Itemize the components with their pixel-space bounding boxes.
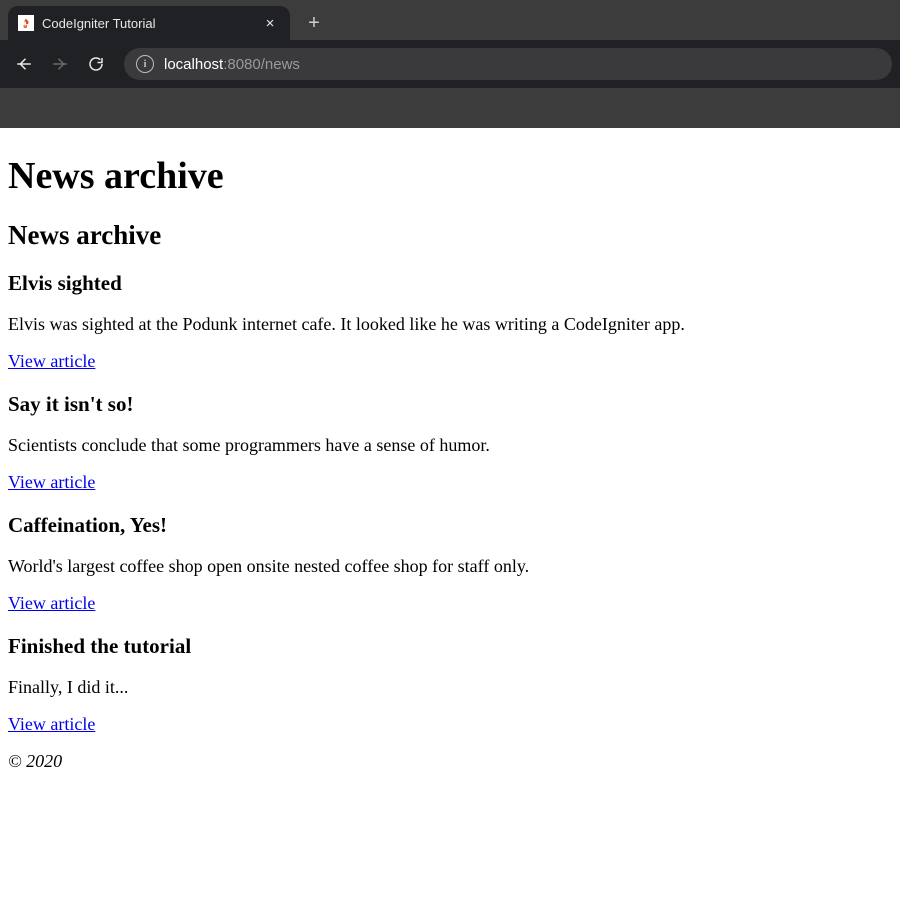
article-item: Elvis sighted Elvis was sighted at the P…	[8, 271, 892, 372]
page-content: News archive News archive Elvis sighted …	[0, 128, 900, 772]
article-title: Finished the tutorial	[8, 634, 892, 659]
page-title: News archive	[8, 154, 892, 198]
arrow-right-icon	[51, 55, 69, 73]
view-article-link[interactable]: View article	[8, 351, 95, 371]
view-article-link[interactable]: View article	[8, 714, 95, 734]
codeigniter-flame-icon	[18, 15, 34, 31]
view-article-link[interactable]: View article	[8, 472, 95, 492]
browser-tab[interactable]: CodeIgniter Tutorial ×	[8, 6, 290, 40]
reload-button[interactable]	[80, 48, 112, 80]
article-item: Say it isn't so! Scientists conclude tha…	[8, 392, 892, 493]
browser-toolbar: i localhost:8080/news	[0, 40, 900, 88]
article-body: Finally, I did it...	[8, 677, 892, 698]
forward-button[interactable]	[44, 48, 76, 80]
view-article-link[interactable]: View article	[8, 593, 95, 613]
article-title: Say it isn't so!	[8, 392, 892, 417]
page-subtitle: News archive	[8, 220, 892, 251]
url-port: :8080	[223, 56, 261, 73]
url-host: localhost	[164, 56, 223, 73]
arrow-left-icon	[15, 55, 33, 73]
browser-chrome: CodeIgniter Tutorial × + i localhost:808…	[0, 0, 900, 128]
tab-bar: CodeIgniter Tutorial × +	[0, 0, 900, 40]
browser-chrome-gap	[0, 88, 900, 128]
reload-icon	[87, 55, 105, 73]
site-info-icon[interactable]: i	[136, 55, 154, 73]
address-url: localhost:8080/news	[164, 56, 300, 73]
address-bar[interactable]: i localhost:8080/news	[124, 48, 892, 80]
new-tab-button[interactable]: +	[300, 9, 328, 37]
url-path: /news	[261, 56, 300, 73]
article-body: Scientists conclude that some programmer…	[8, 435, 892, 456]
tab-title: CodeIgniter Tutorial	[42, 16, 254, 31]
footer-copyright: © 2020	[8, 751, 892, 772]
article-body: Elvis was sighted at the Podunk internet…	[8, 314, 892, 335]
back-button[interactable]	[8, 48, 40, 80]
article-body: World's largest coffee shop open onsite …	[8, 556, 892, 577]
article-title: Caffeination, Yes!	[8, 513, 892, 538]
article-item: Finished the tutorial Finally, I did it.…	[8, 634, 892, 735]
close-icon[interactable]: ×	[262, 15, 278, 31]
article-item: Caffeination, Yes! World's largest coffe…	[8, 513, 892, 614]
article-title: Elvis sighted	[8, 271, 892, 296]
